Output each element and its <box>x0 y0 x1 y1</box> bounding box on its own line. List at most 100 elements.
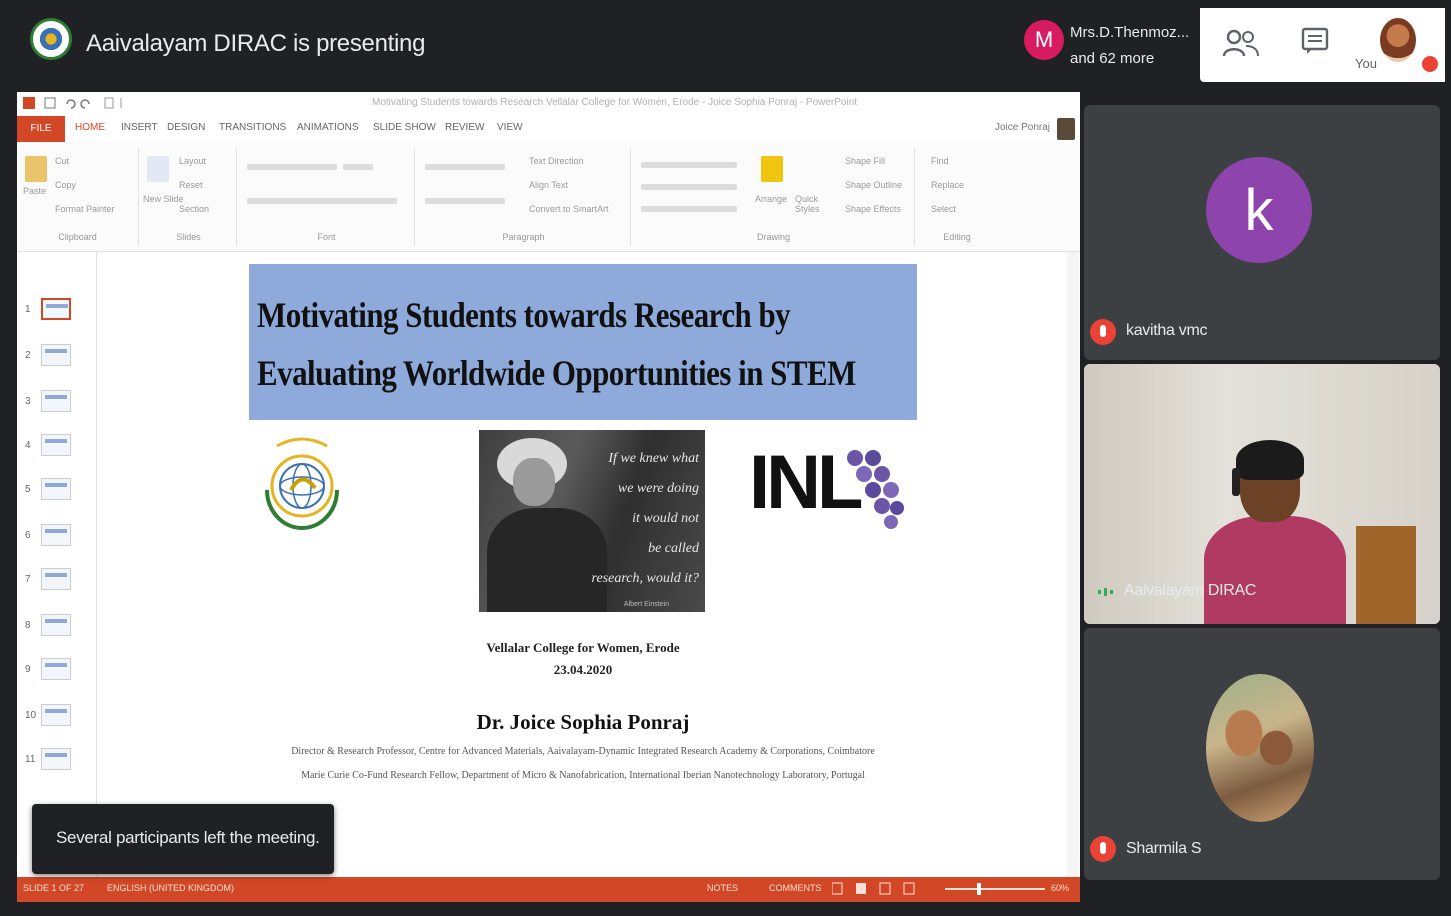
slide-thumbnail[interactable]: 5 <box>25 476 85 506</box>
participant-photo-avatar <box>1206 674 1314 822</box>
mic-off-icon <box>1090 319 1116 345</box>
inl-logo: INL <box>749 440 909 532</box>
tab-file[interactable]: FILE <box>17 116 65 142</box>
participant-tile[interactable]: k kavitha vmc <box>1084 105 1440 360</box>
font-size-box[interactable] <box>343 164 373 170</box>
quick-styles-button[interactable]: Quick Styles <box>795 194 820 214</box>
quote-attribution: Albert Einstein <box>623 601 669 608</box>
participant-tile[interactable]: Sharmila S <box>1084 628 1440 880</box>
presenter-logo <box>30 18 72 60</box>
font-format-buttons[interactable] <box>247 198 397 204</box>
find-button[interactable]: Find <box>931 156 949 166</box>
slide-thumbnail[interactable]: 1 <box>25 296 85 326</box>
section-button[interactable]: Section <box>179 204 209 214</box>
zoom-slider-handle[interactable] <box>977 883 981 895</box>
self-label: You <box>1355 56 1377 71</box>
participant-avatar: M <box>1024 20 1064 60</box>
vertical-scrollbar[interactable] <box>1067 252 1079 877</box>
self-mic-off-icon <box>1422 56 1438 72</box>
tab-slide-show[interactable]: SLIDE SHOW <box>373 122 436 133</box>
speaking-indicator-icon <box>1098 588 1113 596</box>
paste-button[interactable]: Paste <box>23 186 46 196</box>
shape-effects-button[interactable]: Shape Effects <box>845 204 901 214</box>
slide-thumbnail[interactable]: 4 <box>25 432 85 462</box>
quote-line3: it would not <box>632 511 699 526</box>
ribbon-group-editing: Find Replace Select Editing <box>917 148 997 246</box>
people-icon[interactable] <box>1222 28 1260 58</box>
participant-tile-video[interactable]: Aaivalayam DIRAC <box>1084 364 1440 624</box>
slide-thumbnail[interactable]: 9 <box>25 656 85 686</box>
headset <box>1232 468 1240 496</box>
list-buttons[interactable] <box>425 164 505 170</box>
participants-summary-text[interactable]: Mrs.D.Thenmoz... and 62 more <box>1070 20 1189 72</box>
paste-icon[interactable] <box>25 156 47 182</box>
align-text-button[interactable]: Align Text <box>529 180 568 190</box>
slide-thumbnail[interactable]: 3 <box>25 388 85 418</box>
new-slide-icon[interactable] <box>147 156 169 182</box>
notes-button[interactable]: NOTES <box>707 883 738 893</box>
shape-fill-button[interactable]: Shape Fill <box>845 156 885 166</box>
aaivalayam-logo <box>265 437 339 530</box>
participants-line2: and 62 more <box>1070 50 1155 67</box>
tab-home[interactable]: HOME <box>75 122 105 133</box>
ribbon-group-drawing: Arrange Quick Styles Shape Fill Shape Ou… <box>633 148 915 246</box>
tab-animations[interactable]: ANIMATIONS <box>297 122 358 133</box>
format-painter-button[interactable]: Format Painter <box>55 204 115 214</box>
quote-line1: If we knew what <box>608 451 699 466</box>
presenting-label: Aaivalayam DIRAC is presenting <box>86 30 426 57</box>
shape-outline-button[interactable]: Shape Outline <box>845 180 902 190</box>
tab-insert[interactable]: INSERT <box>121 122 158 133</box>
document-title: Motivating Students towards Research Vel… <box>372 97 858 108</box>
view-buttons[interactable] <box>832 882 922 896</box>
participants-line1: Mrs.D.Thenmoz... <box>1070 24 1190 41</box>
background-door <box>1356 526 1416 624</box>
tab-view[interactable]: VIEW <box>497 122 523 133</box>
shapes-gallery[interactable] <box>641 162 737 168</box>
slide-thumbnails-pane[interactable]: 1 2 3 4 5 6 7 8 9 10 11 <box>17 252 97 877</box>
replace-button[interactable]: Replace <box>931 180 964 190</box>
user-avatar <box>1057 118 1075 140</box>
new-slide-button[interactable]: New Slide <box>143 194 184 204</box>
slide-thumbnail[interactable]: 11 <box>25 746 85 776</box>
self-avatar[interactable] <box>1380 18 1416 62</box>
quote-line2: we were doing <box>617 481 699 496</box>
tab-design[interactable]: DESIGN <box>167 122 205 133</box>
arrange-icon[interactable] <box>761 156 783 182</box>
zoom-slider[interactable] <box>945 888 1045 890</box>
shapes-gallery-row3[interactable] <box>641 206 737 212</box>
zoom-level[interactable]: 60% <box>1051 883 1069 893</box>
language-status[interactable]: ENGLISH (UNITED KINGDOM) <box>107 883 234 893</box>
convert-smartart-button[interactable]: Convert to SmartArt <box>529 204 609 214</box>
speaker-affiliation-2: Marie Curie Co-Fund Research Fellow, Dep… <box>301 770 865 781</box>
slide-thumbnail[interactable]: 2 <box>25 342 85 372</box>
select-button[interactable]: Select <box>931 204 956 214</box>
tab-review[interactable]: REVIEW <box>445 122 484 133</box>
text-direction-button[interactable]: Text Direction <box>529 156 584 166</box>
ribbon-group-slides: New Slide Layout Reset Section Slides <box>141 148 237 246</box>
quick-access-toolbar: Motivating Students towards Research Vel… <box>17 92 1080 116</box>
inl-logo-dots <box>847 450 904 529</box>
slide-count: SLIDE 1 OF 27 <box>23 883 85 893</box>
signed-in-user[interactable]: Joice Ponraj <box>995 122 1050 133</box>
copy-button[interactable]: Copy <box>55 180 76 190</box>
participant-avatar: k <box>1206 157 1312 263</box>
slide-thumbnail[interactable]: 6 <box>25 522 85 552</box>
tab-transitions[interactable]: TRANSITIONS <box>219 122 286 133</box>
slide-thumbnail[interactable]: 8 <box>25 612 85 642</box>
quick-access-icons[interactable] <box>23 96 133 112</box>
slide-content: Motivating Students towards Research by … <box>249 264 917 798</box>
quote-line4: be called <box>648 541 699 556</box>
participant-name: kavitha vmc <box>1126 322 1208 339</box>
layout-button[interactable]: Layout <box>179 156 206 166</box>
slide-thumbnail[interactable]: 10 <box>25 702 85 732</box>
slide-thumbnail[interactable]: 7 <box>25 566 85 596</box>
cut-button[interactable]: Cut <box>55 156 69 166</box>
chat-icon[interactable] <box>1300 26 1330 56</box>
arrange-button[interactable]: Arrange <box>755 194 787 204</box>
reset-button[interactable]: Reset <box>179 180 203 190</box>
comments-button[interactable]: COMMENTS <box>769 883 822 893</box>
align-buttons[interactable] <box>425 198 505 204</box>
shapes-gallery-row2[interactable] <box>641 184 737 190</box>
slide-title-line2: Evaluating Worldwide Opportunities in ST… <box>257 353 856 393</box>
font-name-box[interactable] <box>247 164 337 170</box>
